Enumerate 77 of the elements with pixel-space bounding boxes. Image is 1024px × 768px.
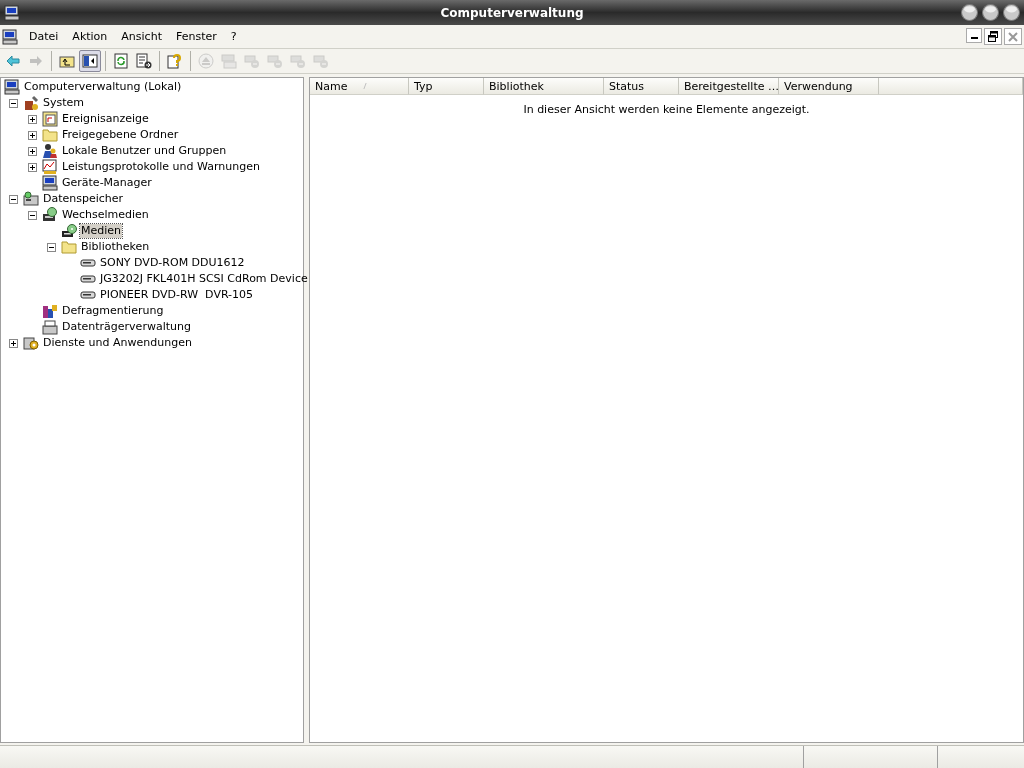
folder-icon: [42, 127, 58, 143]
folder-up-icon: [59, 53, 75, 69]
restore-button[interactable]: [984, 28, 1002, 45]
computer-icon: [2, 28, 18, 45]
drive-arrow-icon: [290, 53, 306, 69]
arrow-right-icon: [28, 53, 44, 69]
restore-icon: [988, 31, 998, 42]
tree-item[interactable]: PIONEER DVD-RW DVR-105: [99, 288, 255, 302]
column-header[interactable]: Typ: [409, 78, 484, 95]
tree-item[interactable]: Datenträgerverwaltung: [61, 320, 192, 334]
arrow-left-icon: [5, 53, 21, 69]
expander-icon[interactable]: [28, 146, 37, 156]
tree-item[interactable]: Geräte-Manager: [61, 176, 153, 190]
tree-item[interactable]: Dienste und Anwendungen: [42, 336, 193, 350]
computer-icon: [4, 4, 20, 21]
tree-item[interactable]: Medien: [80, 224, 123, 238]
expander-icon[interactable]: [9, 194, 18, 204]
tree-item[interactable]: System: [42, 96, 86, 110]
expander-icon[interactable]: [28, 114, 37, 124]
window-button[interactable]: [982, 4, 999, 21]
refresh-icon: [113, 53, 129, 69]
expander-icon[interactable]: [47, 242, 56, 252]
empty-message: In dieser Ansicht werden keine Elemente angezeigt.: [523, 102, 810, 116]
tree-item[interactable]: Lokale Benutzer und Gruppen: [61, 144, 228, 158]
export-list-icon: [136, 53, 152, 69]
tree-item[interactable]: Leistungsprotokolle und Warnungen: [61, 160, 261, 174]
menu-item[interactable]: Ansicht: [114, 28, 169, 45]
services-icon: [23, 335, 39, 351]
menu-item[interactable]: Datei: [22, 28, 66, 45]
menu-item[interactable]: Aktion: [65, 28, 115, 45]
computer-icon: [42, 175, 58, 191]
media-icon: [42, 207, 58, 223]
minimize-button[interactable]: [966, 28, 982, 43]
tree-item[interactable]: Ereignisanzeige: [61, 112, 150, 126]
expander-icon[interactable]: [9, 98, 18, 108]
column-header[interactable]: Status: [604, 78, 679, 95]
expander-icon[interactable]: [9, 338, 18, 348]
eject-icon: [198, 53, 214, 69]
drive-arrow-icon: [313, 53, 329, 69]
window-button[interactable]: [961, 4, 978, 21]
expander-icon[interactable]: [28, 210, 37, 220]
toolbar-button[interactable]: [79, 50, 101, 72]
folder-icon: [61, 239, 77, 255]
log-icon: [42, 111, 58, 127]
tree-item[interactable]: Defragmentierung: [61, 304, 165, 318]
panes-icon: [82, 53, 98, 69]
close-icon: [1008, 31, 1018, 42]
tree-item[interactable]: Datenspeicher: [42, 192, 125, 206]
help-icon: [167, 53, 183, 69]
minimize-icon: [970, 37, 978, 39]
menu-item[interactable]: ?: [223, 28, 244, 45]
defrag-icon: [42, 303, 58, 319]
tree-item[interactable]: SONY DVD-ROM DDU1612: [99, 256, 246, 270]
column-header[interactable]: Verwendung: [779, 78, 879, 95]
users-icon: [42, 143, 58, 159]
window-title: Computerverwaltung: [440, 5, 584, 20]
computer-icon: [4, 79, 20, 95]
expander-icon[interactable]: [28, 130, 37, 140]
tools-icon: [23, 95, 39, 111]
drive-icon: [221, 53, 237, 69]
window-button[interactable]: [1003, 4, 1020, 21]
expander-icon[interactable]: [28, 162, 37, 172]
tree-item[interactable]: Wechselmedien: [61, 208, 150, 222]
tree-item[interactable]: Computerverwaltung (Lokal): [23, 80, 183, 94]
disk-icon: [42, 319, 58, 335]
drive-arrow-icon: [244, 53, 260, 69]
drive-arrow-icon: [267, 53, 283, 69]
storage-icon: [23, 191, 39, 207]
column-header[interactable]: Bereitgestellte …: [679, 78, 779, 95]
menu-item[interactable]: Fenster: [168, 28, 224, 45]
disc-icon: [61, 223, 77, 239]
tree-item[interactable]: JG3202J FKL401H SCSI CdRom Device: [99, 272, 309, 286]
column-header[interactable]: Name: [310, 78, 409, 95]
chart-icon: [42, 159, 58, 175]
tree-item[interactable]: Freigegebene Ordner: [61, 128, 180, 142]
tree-item[interactable]: Bibliotheken: [80, 240, 151, 254]
column-header[interactable]: Bibliothek: [484, 78, 604, 95]
